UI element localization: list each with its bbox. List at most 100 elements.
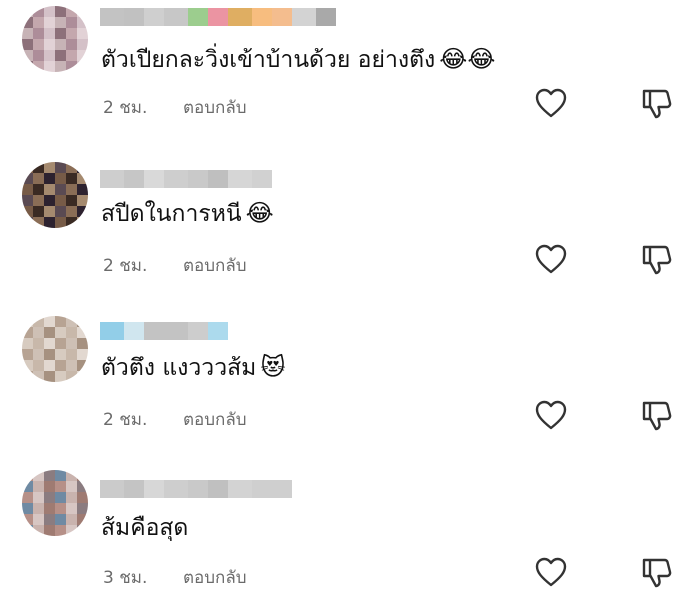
username-pixel-block [228,480,252,498]
dislike-button[interactable] [640,242,674,276]
avatar-pixel [33,17,44,28]
avatar-pixel [22,184,33,195]
reply-button[interactable]: ตอบกลับ [183,94,247,121]
comment-text: ส้มคือสุด [101,512,192,543]
avatar-pixel [22,50,33,61]
username-pixel-block [272,8,292,26]
avatar-pixel [66,514,77,525]
emoji: 😂😂 [439,45,496,73]
avatar[interactable] [22,470,88,536]
dislike-button[interactable] [640,86,674,120]
avatar-pixel [55,184,66,195]
avatar-pixel [77,492,88,503]
like-button[interactable] [534,87,568,119]
avatar-pixel [22,61,33,72]
avatar-pixel [77,316,88,327]
comment-text: ตัวตึง แงวววส้ม 😻 [101,352,285,383]
username-pixel-block [144,480,164,498]
like-button[interactable] [534,399,568,431]
like-button[interactable] [534,556,568,588]
avatar-pixel [22,371,33,382]
avatar-pixel [77,61,88,72]
dislike-button[interactable] [640,555,674,589]
avatar-pixel [33,162,44,173]
avatar-pixel [33,492,44,503]
avatar-pixel [55,371,66,382]
avatar-pixel [77,525,88,536]
avatar-pixel [77,162,88,173]
avatar-pixel [44,195,55,206]
like-button[interactable] [534,243,568,275]
avatar-pixel [66,206,77,217]
avatar-pixel [66,61,77,72]
avatar-pixel [33,360,44,371]
avatar-pixel [44,525,55,536]
avatar-pixel [55,28,66,39]
avatar-pixel [55,316,66,327]
reply-button[interactable]: ตอบกลับ [183,564,247,591]
comment-meta: 2 ชม. ตอบกลับ [103,252,247,279]
comment-meta: 2 ชม. ตอบกลับ [103,406,247,433]
avatar[interactable] [22,162,88,228]
avatar-pixel [77,28,88,39]
avatar-pixel [44,371,55,382]
username-pixel-block [252,480,272,498]
avatar[interactable] [22,6,88,72]
comment-item: ส้มคือสุด 3 ชม. ตอบกลับ [0,464,700,614]
username-pixel-block [124,8,144,26]
avatar-pixel [66,195,77,206]
username-pixel-block [252,170,272,188]
avatar-pixel [44,39,55,50]
comment-item: สปีดในการหนี 😂 2 ชม. ตอบกลับ [0,156,700,306]
avatar-pixel [55,525,66,536]
avatar-pixel [33,6,44,17]
avatar-pixel [55,481,66,492]
avatar-pixel [44,503,55,514]
reply-button[interactable]: ตอบกลับ [183,406,247,433]
avatar-pixel [66,217,77,228]
avatar-pixel [33,195,44,206]
emoji: 😻 [260,353,286,381]
avatar-pixel [55,360,66,371]
username-pixel-block [144,8,164,26]
avatar-pixel [66,173,77,184]
avatar-pixel [66,39,77,50]
avatar-pixel [22,6,33,17]
avatar-pixel [22,514,33,525]
avatar-pixel [33,525,44,536]
avatar-pixel [22,338,33,349]
avatar-pixel [55,217,66,228]
avatar-pixel [77,327,88,338]
avatar-pixel [66,349,77,360]
avatar-pixel [22,492,33,503]
avatar-pixel [33,327,44,338]
username-pixel-block [188,170,208,188]
avatar-pixel [77,50,88,61]
reply-button[interactable]: ตอบกลับ [183,252,247,279]
username-pixel-block [208,322,228,340]
comment-item: ตัวเปียกละวิ่งเข้าบ้านด้วย อย่างตึง 😂😂 2 … [0,0,700,150]
avatar-pixel [77,173,88,184]
avatar-pixel [33,184,44,195]
avatar-pixel [22,162,33,173]
username-blurred[interactable] [100,480,292,498]
avatar-pixel [33,470,44,481]
username-blurred[interactable] [100,8,336,26]
avatar-pixel [66,50,77,61]
username-blurred[interactable] [100,170,272,188]
avatar[interactable] [22,316,88,382]
avatar-pixel [33,39,44,50]
avatar-pixel [55,6,66,17]
comment-meta: 3 ชม. ตอบกลับ [103,564,247,591]
avatar-pixel [33,514,44,525]
avatar-pixel [55,470,66,481]
avatar-pixel [66,481,77,492]
thumbs-down-outline-icon [642,558,672,588]
dislike-button[interactable] [640,398,674,432]
username-blurred[interactable] [100,322,228,340]
avatar-pixel [77,503,88,514]
heart-outline-icon [535,88,567,118]
username-pixel-block [100,8,124,26]
avatar-pixel [33,173,44,184]
avatar-pixel [66,338,77,349]
